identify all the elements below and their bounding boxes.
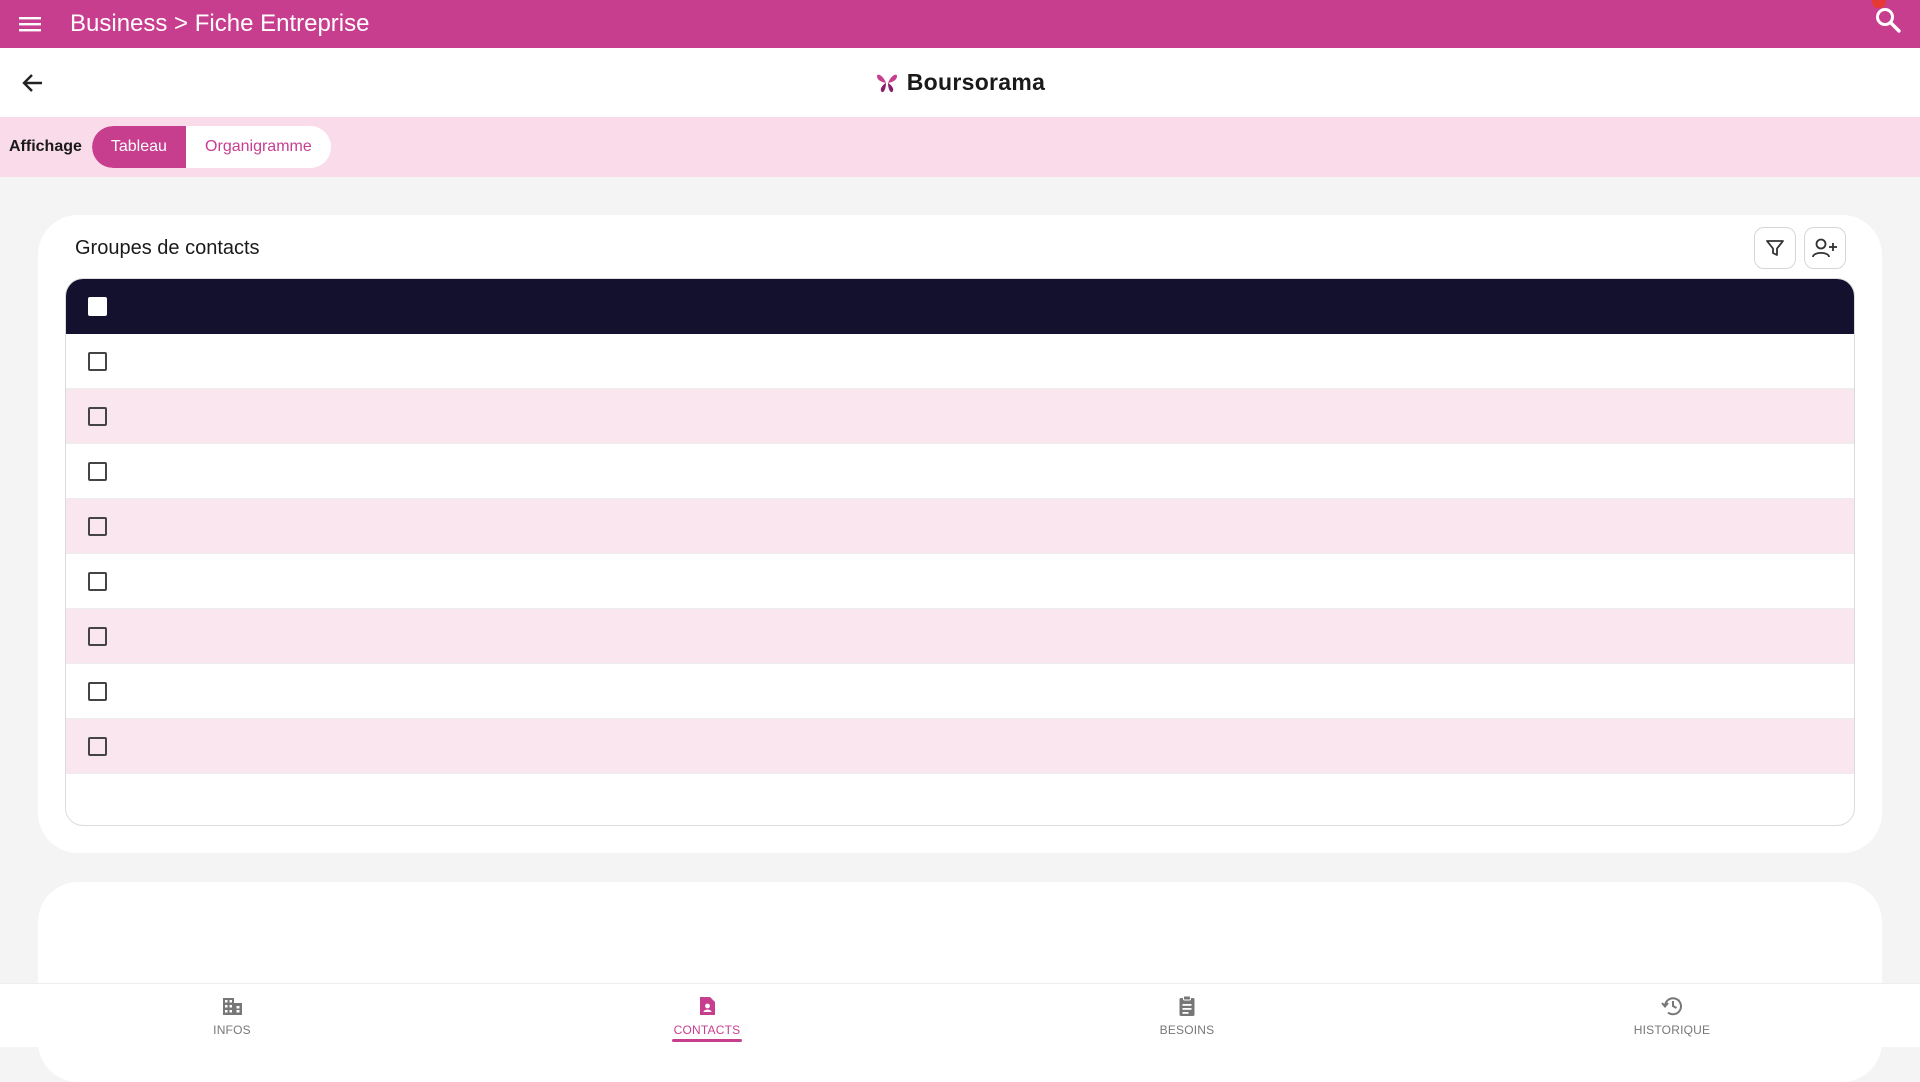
row-checkbox[interactable] [88,406,107,426]
toggle-tableau[interactable]: Tableau [91,126,186,168]
back-button[interactable] [18,68,48,98]
bottom-navigation: INFOS CONTACTS BESOINS HISTORIQUE [0,983,1920,1047]
nav-contacts[interactable]: CONTACTS [657,984,757,1048]
nav-historique[interactable]: HISTORIQUE [1622,984,1722,1048]
row-checkbox[interactable] [88,351,107,371]
building-icon [223,998,242,1015]
row-checkbox[interactable] [88,736,107,756]
add-contact-icon [1812,238,1837,258]
secondary-card [38,882,1882,1082]
company-title: Boursorama [875,69,1045,96]
table-row [66,499,1854,554]
arrow-left-icon [22,74,42,92]
nav-infos[interactable]: INFOS [182,984,282,1048]
search-icon [1876,8,1901,33]
company-header: Boursorama [0,48,1920,117]
search-button[interactable] [1872,0,1904,36]
butterfly-logo [876,74,897,92]
contacts-table [65,278,1855,826]
active-tab-indicator [672,1039,742,1042]
row-checkbox[interactable] [88,516,107,536]
menu-icon[interactable] [16,10,44,38]
table-row [66,389,1854,444]
filter-button[interactable] [1754,227,1796,269]
toggle-organigramme[interactable]: Organigramme [185,126,331,168]
display-mode-bar: Affichage Tableau Organigramme [0,117,1920,177]
table-row [66,554,1854,609]
clipboard-icon [1179,995,1195,1016]
top-app-bar: Business > Fiche Entreprise [0,0,1920,48]
breadcrumb-title: Business > Fiche Entreprise [70,10,370,37]
table-row [66,444,1854,499]
table-row [66,719,1854,774]
row-checkbox[interactable] [88,571,107,591]
nav-besoins[interactable]: BESOINS [1137,984,1237,1048]
nav-label: INFOS [213,1023,251,1037]
table-row [66,334,1854,389]
contact-file-icon [700,997,715,1015]
select-all-checkbox[interactable] [88,297,107,316]
filter-icon [1766,240,1784,256]
nav-label: BESOINS [1159,1023,1215,1037]
nav-label: HISTORIQUE [1633,1023,1711,1037]
table-header [66,279,1854,334]
display-mode-label: Affichage [9,138,82,155]
display-mode-toggle: Tableau Organigramme [91,126,331,168]
add-contact-button[interactable] [1804,227,1846,269]
card-title: Groupes de contacts [75,237,260,259]
row-checkbox[interactable] [88,461,107,481]
company-name: Boursorama [906,69,1046,95]
table-row [66,609,1854,664]
table-row [66,664,1854,719]
row-checkbox[interactable] [88,626,107,646]
contacts-group-card: Groupes de contacts [38,215,1882,853]
history-icon [1661,997,1682,1016]
row-checkbox[interactable] [88,681,107,701]
nav-label: CONTACTS [673,1023,741,1037]
